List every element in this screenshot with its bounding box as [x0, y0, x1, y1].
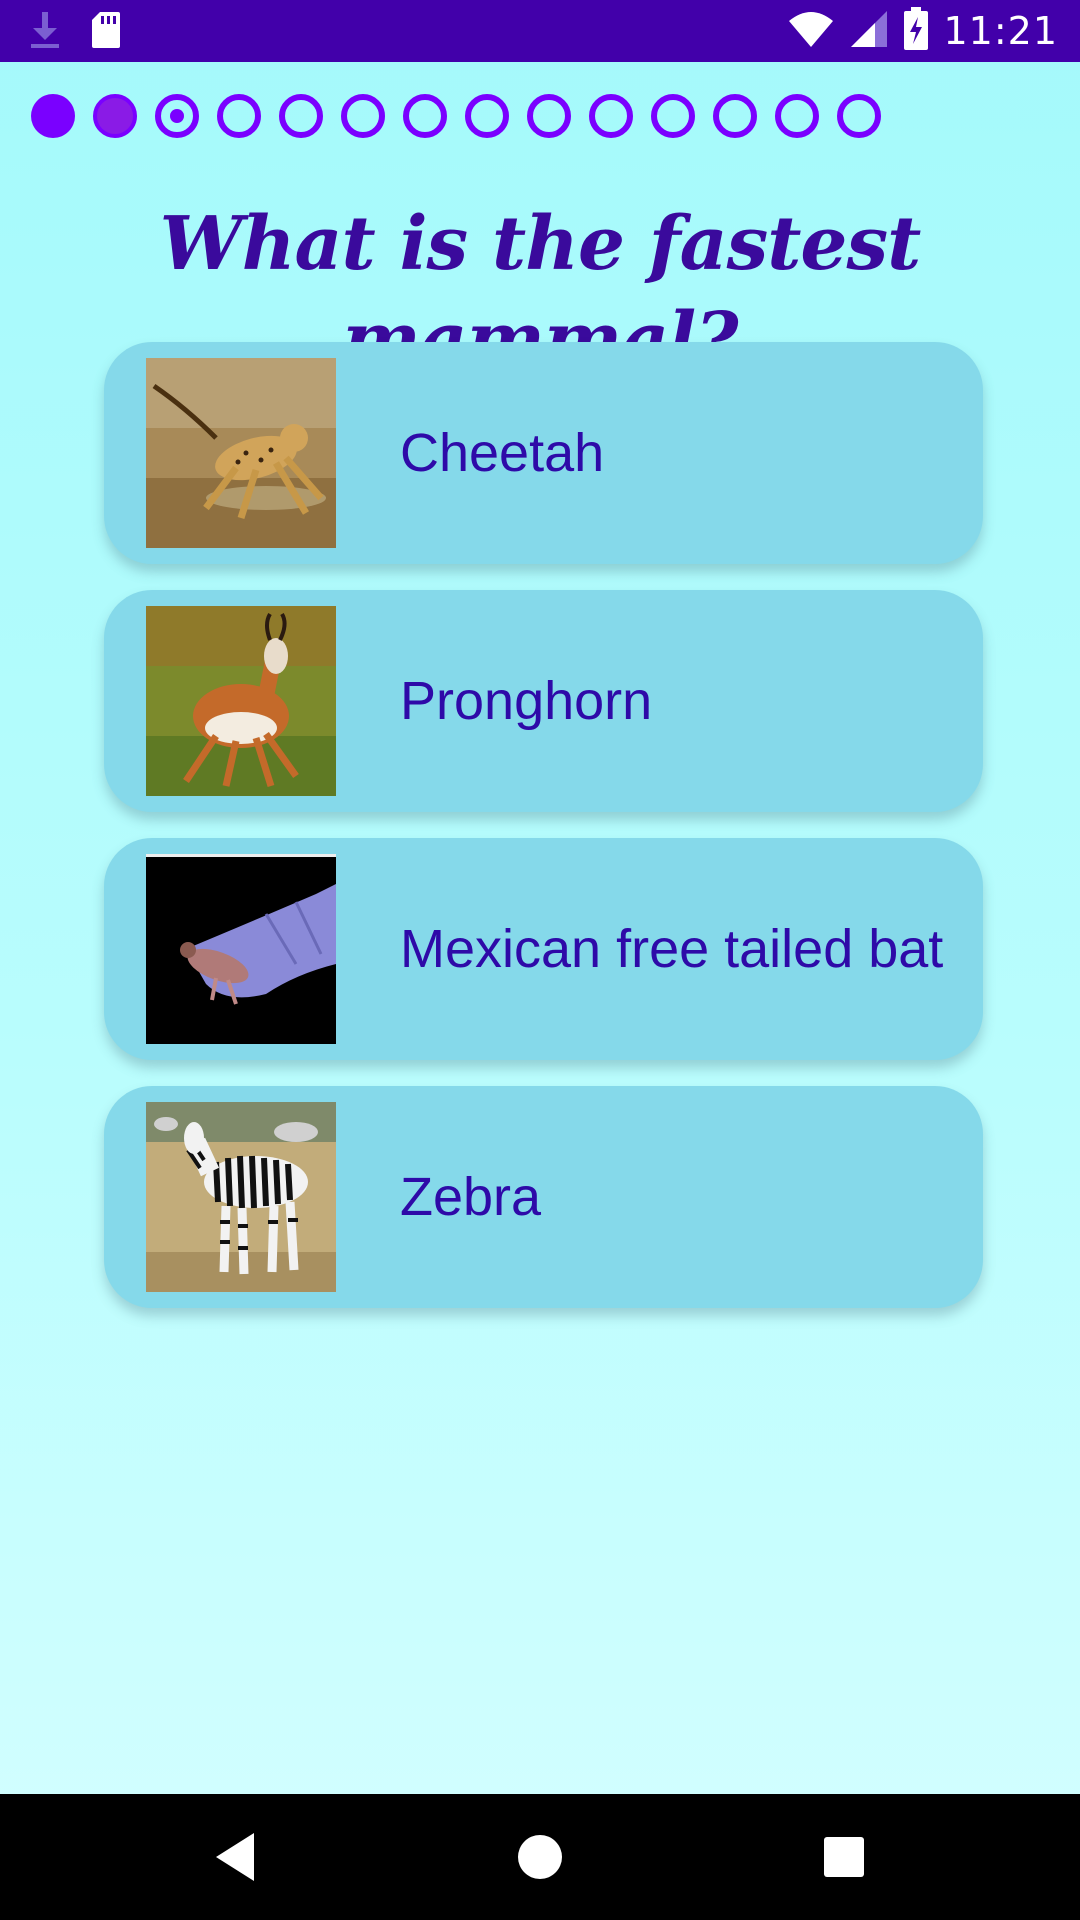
question-progress [31, 94, 881, 138]
progress-dot-upcoming [279, 94, 323, 138]
signal-icon [849, 9, 889, 53]
progress-dot-upcoming [217, 94, 261, 138]
answer-option-cheetah[interactable]: Cheetah [104, 342, 984, 564]
wifi-icon [787, 9, 835, 53]
answer-label: Pronghorn [400, 671, 653, 731]
progress-dot-upcoming [651, 94, 695, 138]
recents-icon[interactable] [811, 1824, 877, 1890]
progress-dot-current [155, 94, 199, 138]
progress-dot-upcoming [837, 94, 881, 138]
status-time: 11:21 [943, 9, 1058, 53]
answer-option-zebra[interactable]: Zebra [104, 1086, 984, 1308]
answer-label: Cheetah [400, 423, 605, 483]
answer-option-pronghorn[interactable]: Pronghorn [104, 590, 984, 812]
progress-dot-upcoming [775, 94, 819, 138]
progress-dot-completed [93, 94, 137, 138]
sd-card-icon [90, 10, 122, 54]
progress-dot-upcoming [527, 94, 571, 138]
back-icon[interactable] [202, 1824, 268, 1890]
bat-image [146, 854, 336, 1044]
progress-dot-upcoming [341, 94, 385, 138]
answer-list: Cheetah Pronghorn Mexican free tailed ba… [104, 342, 984, 1308]
answer-label: Mexican free tailed bat [400, 919, 944, 979]
answer-option-bat[interactable]: Mexican free tailed bat [104, 838, 984, 1060]
download-icon [28, 10, 62, 54]
home-icon[interactable] [507, 1824, 573, 1890]
pronghorn-image [146, 606, 336, 796]
progress-dot-completed [31, 94, 75, 138]
answer-label: Zebra [400, 1167, 542, 1227]
battery-charging-icon [903, 7, 929, 55]
status-bar: 11:21 [0, 0, 1080, 62]
progress-dot-upcoming [465, 94, 509, 138]
progress-dot-upcoming [713, 94, 757, 138]
progress-dot-upcoming [589, 94, 633, 138]
zebra-image [146, 1102, 336, 1292]
progress-dot-upcoming [403, 94, 447, 138]
system-nav-bar [0, 1794, 1080, 1920]
cheetah-image [146, 358, 336, 548]
